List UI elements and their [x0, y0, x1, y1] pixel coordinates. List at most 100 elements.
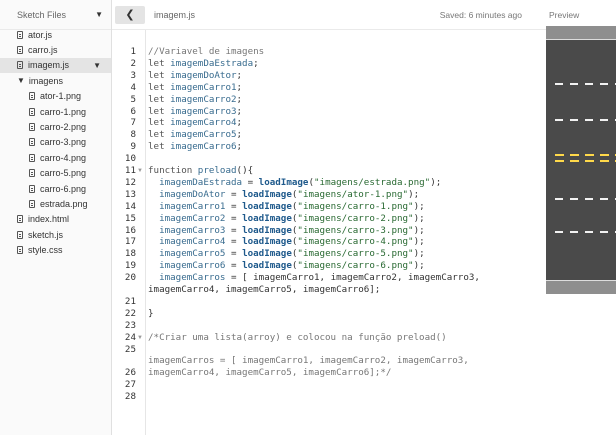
file-label: carro-2.png — [40, 122, 87, 133]
line-number: 22 — [124, 307, 136, 319]
file-item[interactable]: carro-5.png — [0, 166, 111, 181]
file-icon — [29, 107, 35, 116]
line-number: 16 — [124, 224, 136, 236]
white-lane-marking — [570, 198, 578, 200]
collapse-sidebar-button[interactable]: ❮ — [115, 5, 145, 24]
file-item[interactable]: carro-2.png — [0, 119, 111, 134]
white-lane-marking — [600, 231, 608, 233]
file-item[interactable]: carro-3.png — [0, 135, 111, 150]
file-icon — [29, 169, 35, 178]
code-line: let imagemCarro4; — [148, 117, 243, 129]
line-number: 5 — [130, 93, 136, 105]
code-line: let imagemDoAtor; — [148, 69, 243, 81]
file-menu-icon[interactable]: ▼ — [93, 61, 101, 70]
yellow-lane-marking — [570, 160, 579, 162]
file-item[interactable]: imagem.js ▼ — [0, 57, 111, 74]
folder-expand-icon[interactable]: ▼ — [17, 76, 25, 85]
white-lane-marking — [555, 231, 563, 233]
line-number: 24 — [124, 331, 136, 343]
file-label: estrada.png — [40, 198, 88, 209]
line-number: 6 — [130, 105, 136, 117]
file-icon — [17, 215, 23, 224]
file-sidebar: Sketch Files ▼ ator.js carro.js imagem.js ▼… — [0, 0, 112, 435]
chevron-left-icon: ❮ — [125, 9, 135, 21]
sketch-preview-canvas[interactable] — [546, 26, 616, 294]
file-label: sketch.js — [28, 229, 64, 240]
file-icon — [29, 123, 35, 132]
code-line: imagemDoAtor = loadImage("imagens/ator-1… — [159, 188, 420, 200]
file-label: imagem.js — [28, 60, 70, 71]
white-lane-marking — [585, 119, 593, 121]
code-line: /*Criar uma lista(arroy) e colocou na fu… — [148, 331, 447, 343]
line-number: 19 — [124, 260, 136, 272]
line-number-gutter: 1 2 3 4 5 6 7 8 9 10 11 ▼ 12 13 14 15 16 17 18 19 20 21 22 23 24… — [112, 30, 146, 435]
white-lane-marking — [600, 119, 608, 121]
chevron-down-icon[interactable]: ▼ — [95, 10, 103, 19]
line-number: 7 — [130, 117, 136, 129]
white-lane-marking — [585, 231, 593, 233]
yellow-lane-marking — [585, 154, 594, 156]
line-number: 15 — [124, 212, 136, 224]
file-icon — [17, 61, 23, 70]
file-label: ator.js — [28, 29, 53, 40]
line-number: 11 — [124, 165, 136, 176]
open-file-name: imagem.js — [154, 9, 196, 20]
white-lane-marking — [570, 83, 578, 85]
file-icon — [29, 184, 35, 193]
file-icon — [29, 153, 35, 162]
file-label: carro-1.png — [40, 106, 87, 117]
folder-item[interactable]: ▼ imagens — [0, 73, 111, 88]
code-line: let imagemCarro2; — [148, 93, 243, 105]
file-item[interactable]: ator.js — [0, 27, 111, 42]
file-label: imagens — [28, 75, 63, 86]
file-label: index.html — [28, 214, 70, 225]
sidebar-header[interactable]: Sketch Files ▼ — [0, 0, 111, 30]
line-number: 14 — [124, 200, 136, 212]
file-icon — [29, 199, 35, 208]
white-lane-marking — [600, 198, 608, 200]
white-lane-marking — [585, 198, 593, 200]
line-number: 26 — [124, 367, 136, 379]
file-item[interactable]: index.html — [0, 212, 111, 227]
code-line: } — [148, 307, 154, 319]
line-number: 28 — [124, 391, 136, 403]
file-item[interactable]: estrada.png — [0, 196, 111, 211]
line-number: 4 — [130, 81, 136, 93]
editor-app: Sketch Files ▼ ator.js carro.js imagem.js ▼… — [0, 0, 616, 435]
line-number: 17 — [124, 236, 136, 248]
file-item[interactable]: carro-4.png — [0, 150, 111, 165]
editor-toolbar: ❮ imagem.js Saved: 6 minutes ago — [112, 0, 546, 30]
file-item[interactable]: carro.js — [0, 42, 111, 57]
line-number: 12 — [124, 176, 136, 188]
file-item[interactable]: ator-1.png — [0, 89, 111, 104]
yellow-lane-marking — [585, 160, 594, 162]
line-number: 13 — [124, 188, 136, 200]
code-line: let imagemCarro3; — [148, 105, 243, 117]
code-line: imagemCarro2 = loadImage("imagens/carro-… — [159, 212, 425, 224]
white-lane-marking — [600, 83, 608, 85]
line-number: 3 — [130, 69, 136, 81]
yellow-lane-marking — [555, 160, 564, 162]
fold-arrow-icon[interactable]: ▼ — [137, 165, 143, 177]
file-label: carro-3.png — [40, 137, 87, 148]
file-label: style.css — [28, 245, 63, 256]
file-item[interactable]: sketch.js — [0, 227, 111, 242]
saved-status: Saved: 6 minutes ago — [439, 9, 522, 20]
file-item[interactable]: carro-6.png — [0, 181, 111, 196]
code-line: //Variavel de imagens — [148, 46, 265, 57]
file-list: ator.js carro.js imagem.js ▼ ▼ imagens ator-1.… — [0, 27, 111, 258]
fold-arrow-icon[interactable]: ▼ — [137, 332, 143, 344]
code-line: let imagemCarro6; — [148, 141, 243, 153]
road-curb-top — [546, 26, 616, 40]
code-line: function preload(){ — [148, 165, 254, 176]
file-icon — [17, 46, 23, 55]
code-editor[interactable]: //Variavel de imagens let imagemDaEstrada… — [148, 30, 544, 435]
line-number: 25 — [124, 343, 136, 355]
file-icon — [17, 30, 23, 39]
file-icon — [29, 92, 35, 101]
file-item[interactable]: carro-1.png — [0, 104, 111, 119]
white-lane-marking — [555, 198, 563, 200]
file-label: carro.js — [28, 45, 58, 56]
white-lane-marking — [555, 119, 563, 121]
file-item[interactable]: style.css — [0, 242, 111, 257]
